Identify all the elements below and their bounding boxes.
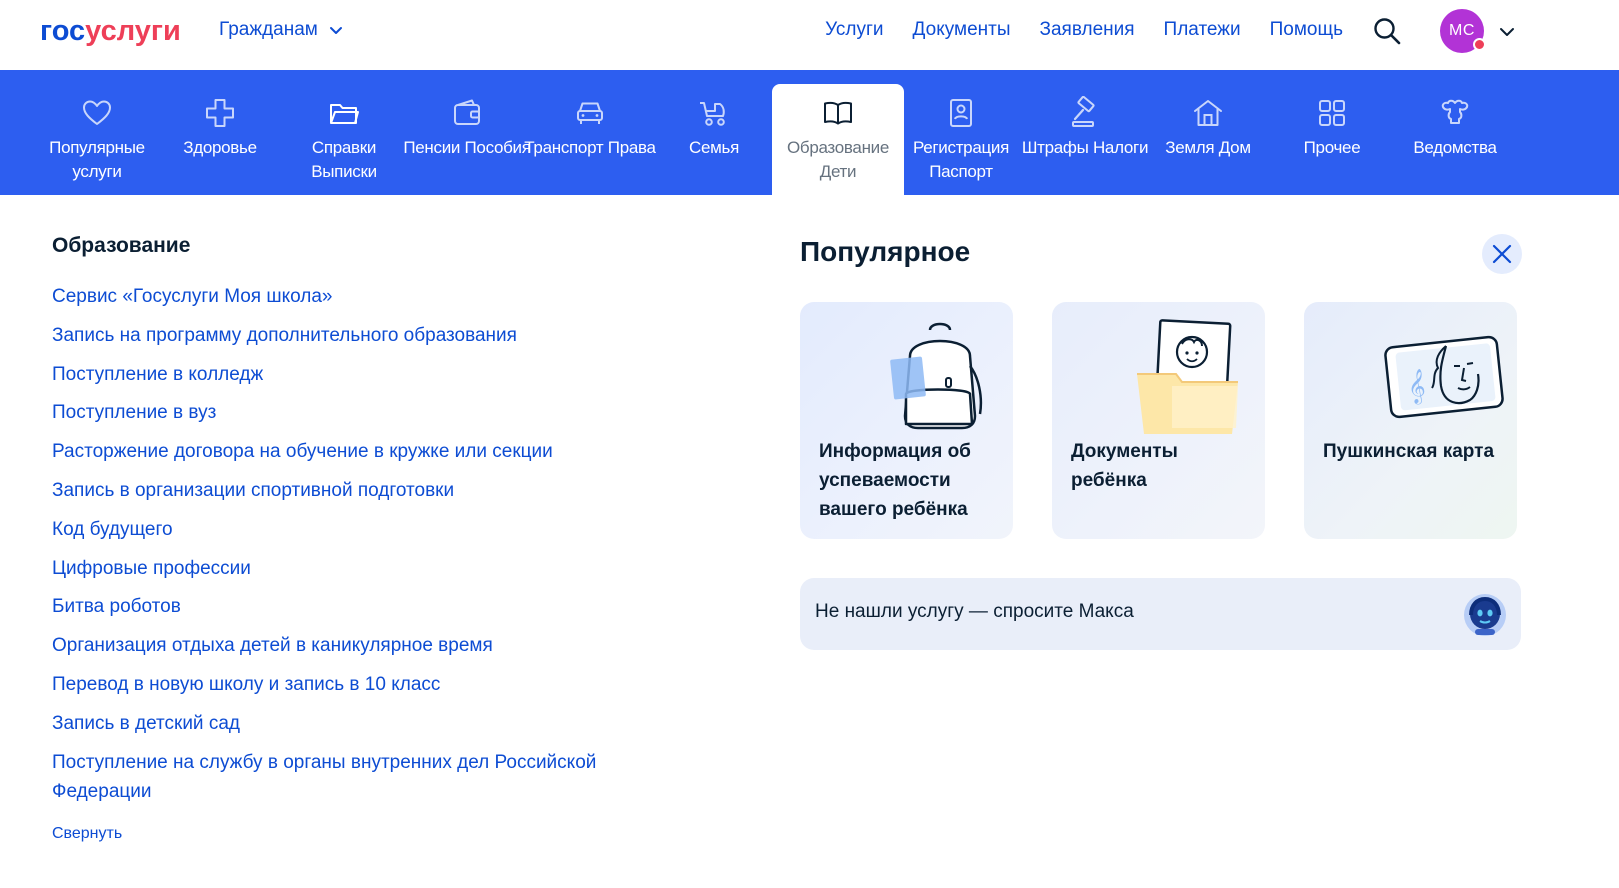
heart-icon [83, 100, 111, 125]
category-agencies[interactable]: Ведомства [1389, 84, 1521, 195]
category-label: Пенсии Пособия [403, 138, 531, 157]
education-link[interactable]: Запись в детский сад [52, 709, 652, 738]
category-fines[interactable]: Штрафы Налоги [1019, 84, 1151, 195]
emblem-icon [1441, 99, 1469, 124]
close-icon [1492, 244, 1512, 264]
category-pensions[interactable]: Пенсии Пособия [401, 84, 533, 195]
education-link[interactable]: Код будущего [52, 515, 652, 544]
category-family[interactable]: Семья [648, 84, 780, 195]
category-certificates[interactable]: Справки Выписки [278, 84, 410, 195]
medical-cross-icon [206, 99, 234, 127]
category-label: Семья [689, 138, 739, 157]
education-link[interactable]: Битва роботов [52, 592, 652, 621]
category-registration[interactable]: Регистрация Паспорт [895, 84, 1027, 195]
notification-dot [1473, 38, 1486, 51]
education-link[interactable]: Поступление в колледж [52, 360, 652, 389]
popular-section-title: Популярное [800, 236, 971, 267]
top-nav: Услуги Документы Заявления Платежи Помощ… [825, 19, 1343, 41]
education-link[interactable]: Сервис «Госуслуги Моя школа» [52, 282, 652, 311]
stroller-icon [700, 102, 725, 126]
car-icon [577, 102, 603, 124]
audience-dropdown[interactable]: Гражданам [219, 19, 344, 41]
category-label: Транспорт Права [524, 138, 656, 157]
category-transport[interactable]: Транспорт Права [524, 84, 656, 195]
education-link[interactable]: Запись в организации спортивной подготов… [52, 476, 652, 505]
backpack-icon [890, 322, 983, 430]
wallet-icon [454, 99, 480, 125]
audience-label: Гражданам [219, 19, 318, 40]
category-education[interactable]: Образование Дети [772, 84, 904, 195]
category-label: Штрафы Налоги [1021, 138, 1149, 157]
top-header: госуслуги Гражданам Услуги Документы Зая… [0, 0, 1619, 70]
card-text: Пушкинская карта [1323, 441, 1495, 462]
book-icon [824, 101, 852, 125]
collapse-link[interactable]: Свернуть [52, 825, 122, 843]
popular-card-pushkin[interactable]: 𝄞 Пушкинская карта [1304, 302, 1517, 539]
popular-card-child-documents[interactable]: Документы ребёнка [1052, 302, 1265, 539]
category-label: Популярные услуги [49, 138, 145, 181]
user-initials: МС [1449, 22, 1475, 39]
category-label: Регистрация Паспорт [912, 138, 1010, 181]
education-link[interactable]: Поступление в вуз [52, 398, 652, 427]
education-link[interactable]: Запись на программу дополнительного обра… [52, 321, 652, 350]
popular-cards: Информация об успеваемости вашего ребёнк… [800, 302, 1517, 539]
gavel-icon [1072, 96, 1095, 127]
gosuslugi-logo[interactable]: госуслуги [40, 14, 181, 48]
close-button[interactable] [1482, 234, 1522, 274]
folder-icon [330, 104, 359, 124]
education-link[interactable]: Поступление на службу в органы внутренни… [52, 748, 652, 806]
nav-documents[interactable]: Документы [913, 19, 1011, 41]
nav-help[interactable]: Помощь [1270, 19, 1343, 41]
category-other[interactable]: Прочее [1266, 84, 1398, 195]
popular-card-grades[interactable]: Информация об успеваемости вашего ребёнк… [800, 302, 1013, 539]
category-label: Справки Выписки [311, 138, 377, 181]
house-icon [1194, 100, 1222, 126]
category-label: Прочее [1303, 138, 1361, 157]
pushkin-card-icon: 𝄞 [1384, 335, 1504, 419]
category-land[interactable]: Земля Дом [1142, 84, 1274, 195]
user-avatar[interactable]: МС [1440, 9, 1486, 53]
category-health[interactable]: Здоровье [154, 84, 286, 195]
category-label: Земля Дом [1165, 138, 1251, 157]
nav-payments[interactable]: Платежи [1164, 19, 1241, 41]
ask-max-text: Не нашли услугу — спросите Макса [815, 601, 1134, 622]
category-popular[interactable]: Популярные услуги [31, 84, 163, 195]
grid-icon [1319, 100, 1345, 126]
ask-max-banner[interactable]: Не нашли услугу — спросите Макса [800, 578, 1521, 650]
education-link[interactable]: Организация отдыха детей в каникулярное … [52, 631, 652, 660]
education-link[interactable]: Расторжение договора на обучение в кружк… [52, 437, 652, 466]
search-icon[interactable] [1372, 16, 1402, 46]
education-link[interactable]: Цифровые профессии [52, 554, 652, 583]
max-robot-icon [1464, 594, 1506, 636]
category-bar: Популярные услуги Здоровье Справки Выпис… [0, 70, 1619, 195]
child-documents-icon [1137, 319, 1238, 434]
education-section-title: Образование [52, 234, 191, 257]
nav-services[interactable]: Услуги [825, 19, 883, 41]
category-label: Образование Дети [786, 138, 890, 181]
card-text: Документы ребёнка [1071, 441, 1178, 491]
education-links-list: Сервис «Госуслуги Моя школа» Запись на п… [52, 282, 652, 815]
logo-part-1: гос [40, 15, 86, 47]
logo-part-2: услуги [85, 15, 181, 47]
category-label: Здоровье [183, 138, 257, 157]
id-card-icon [950, 99, 972, 127]
category-label: Ведомства [1413, 138, 1497, 157]
user-menu-chevron-icon[interactable] [1498, 23, 1516, 41]
education-link[interactable]: Перевод в новую школу и запись в 10 клас… [52, 670, 652, 699]
svg-text:𝄞: 𝄞 [1408, 369, 1426, 405]
chevron-down-icon [329, 27, 342, 34]
card-text: Информация об успеваемости вашего ребёнк… [819, 441, 971, 520]
nav-applications[interactable]: Заявления [1040, 19, 1135, 41]
